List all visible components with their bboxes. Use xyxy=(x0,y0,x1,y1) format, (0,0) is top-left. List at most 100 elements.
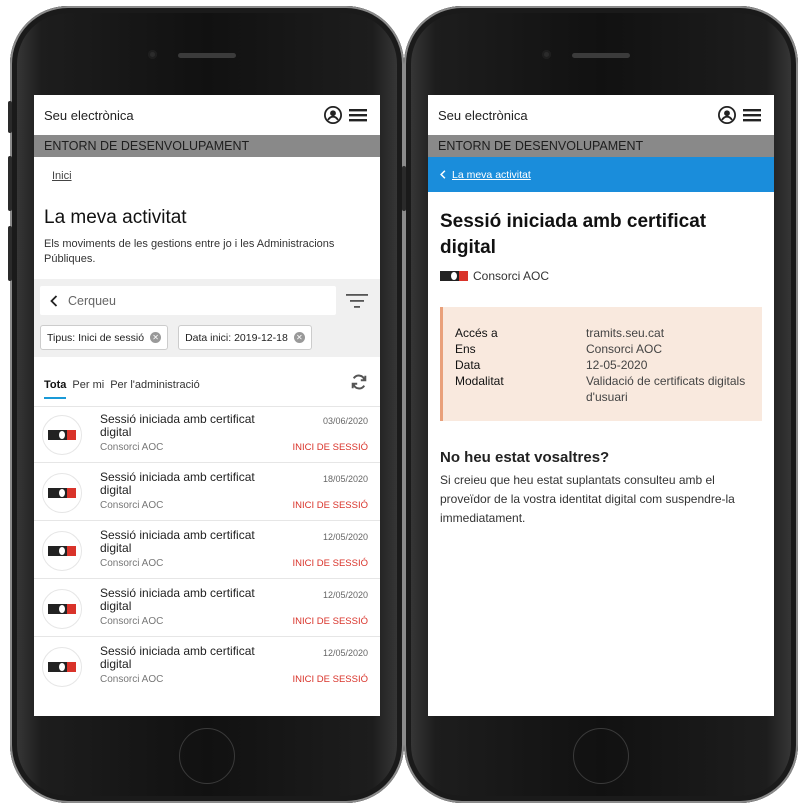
aoc-logo-icon xyxy=(42,473,82,513)
breadcrumb-home-link[interactable]: Inici xyxy=(34,157,380,195)
home-button[interactable] xyxy=(573,728,629,784)
item-date: 18/05/2020 xyxy=(322,474,368,484)
environment-bar: ENTORN DE DESENVOLUPAMENT xyxy=(34,135,380,157)
item-org: Consorci AOC xyxy=(100,442,164,453)
activity-list: Sessió iniciada amb certificat digital 03… xyxy=(34,407,380,695)
item-title: Sessió iniciada amb certificat digital xyxy=(100,470,255,497)
item-date: 03/06/2020 xyxy=(322,416,368,426)
phone-left: Seu electrònica ENTORN DE DESENVOLUPAMEN… xyxy=(8,6,404,803)
info-row-date: Data 12-05-2020 xyxy=(455,357,762,373)
clear-icon[interactable]: ✕ xyxy=(150,332,162,343)
tabs-row: Tota Per mi Per l'administració xyxy=(34,357,380,407)
info-row-entity: Ens Consorci AOC xyxy=(455,341,762,357)
clear-icon[interactable]: ✕ xyxy=(293,332,305,343)
list-item[interactable]: Sessió iniciada amb certificat digital 12… xyxy=(34,529,380,579)
refresh-icon[interactable] xyxy=(350,373,368,391)
item-title: Sessió iniciada amb certificat digital xyxy=(100,644,255,671)
tab-all[interactable]: Tota xyxy=(44,365,67,399)
item-date: 12/05/2020 xyxy=(322,648,368,658)
info-value: Consorci AOC xyxy=(586,342,663,356)
item-status: INICI DE SESSIÓ xyxy=(292,616,369,627)
chevron-left-icon[interactable] xyxy=(50,294,58,307)
list-item-body: Sessió iniciada amb certificat digital 03… xyxy=(100,412,369,454)
page-description: Els moviments de les gestions entre jo i… xyxy=(44,238,335,265)
item-org: Consorci AOC xyxy=(100,558,164,569)
side-button xyxy=(402,166,406,211)
filter-chip-type: Tipus: Inici de sessió ✕ xyxy=(40,325,169,350)
item-status: INICI DE SESSIÓ xyxy=(292,674,369,685)
tabs: Tota Per mi Per l'administració xyxy=(44,365,200,399)
page-title: La meva activitat xyxy=(44,207,187,228)
list-item-body: Sessió iniciada amb certificat digital 12… xyxy=(100,586,369,628)
detail-title: Sessió iniciada amb certificat digital xyxy=(440,211,707,258)
info-value: Validació de certificats digitals d'usua… xyxy=(586,374,746,404)
list-screen: Seu electrònica ENTORN DE DESENVOLUPAMEN… xyxy=(34,95,380,716)
chevron-left-icon xyxy=(440,170,446,179)
item-status: INICI DE SESSIÓ xyxy=(292,558,369,569)
not-you-title: No heu estat vosaltres? xyxy=(440,449,610,466)
detail-org: Consorci AOC xyxy=(428,261,774,291)
info-box: Accés a tramits.seu.cat Ens Consorci AOC… xyxy=(440,307,762,421)
list-item[interactable]: Sessió iniciada amb certificat digital 03… xyxy=(34,413,380,463)
info-row-modality: Modalitat Validació de certificats digit… xyxy=(455,373,762,405)
menu-icon[interactable] xyxy=(348,107,368,123)
side-button xyxy=(8,226,12,281)
phone-right: Seu electrònica ENTORN DE DESENVOLUPAMEN… xyxy=(402,6,798,803)
top-icons xyxy=(324,106,368,124)
aoc-logo-icon xyxy=(42,415,82,455)
search-row xyxy=(40,286,374,315)
item-status: INICI DE SESSIÓ xyxy=(292,500,369,511)
tab-by-me[interactable]: Per mi xyxy=(72,365,104,399)
top-icons xyxy=(718,106,762,124)
item-status: INICI DE SESSIÓ xyxy=(292,442,369,453)
filter-chips: Tipus: Inici de sessió ✕ Data inici: 201… xyxy=(40,325,374,350)
list-item[interactable]: Sessió iniciada amb certificat digital 12… xyxy=(34,645,380,695)
brand-title: Seu electrònica xyxy=(438,107,528,123)
top-bar: Seu electrònica xyxy=(34,95,380,135)
item-title: Sessió iniciada amb certificat digital xyxy=(100,586,255,613)
list-item-body: Sessió iniciada amb certificat digital 12… xyxy=(100,644,369,686)
item-title: Sessió iniciada amb certificat digital xyxy=(100,412,255,439)
menu-icon[interactable] xyxy=(742,107,762,123)
list-item[interactable]: Sessió iniciada amb certificat digital 12… xyxy=(34,587,380,637)
info-key: Modalitat xyxy=(455,374,504,388)
item-date: 12/05/2020 xyxy=(322,590,368,600)
not-you-text: Si creieu que heu estat suplantats consu… xyxy=(440,473,735,525)
info-value: tramits.seu.cat xyxy=(586,326,665,340)
aoc-logo-icon xyxy=(42,647,82,687)
user-icon[interactable] xyxy=(718,106,736,124)
top-bar: Seu electrònica xyxy=(428,95,774,135)
info-row-access: Accés a tramits.seu.cat xyxy=(455,325,762,341)
filter-icon[interactable] xyxy=(340,291,374,311)
item-org: Consorci AOC xyxy=(100,616,164,627)
chip-label: Tipus: Inici de sessió xyxy=(47,331,145,344)
search-area: Tipus: Inici de sessió ✕ Data inici: 201… xyxy=(34,279,380,357)
brand-title: Seu electrònica xyxy=(44,107,134,123)
item-org: Consorci AOC xyxy=(100,674,164,685)
item-date: 12/05/2020 xyxy=(322,532,368,542)
back-link-label: La meva activitat xyxy=(452,168,531,181)
home-button[interactable] xyxy=(179,728,235,784)
list-item[interactable]: Sessió iniciada amb certificat digital 18… xyxy=(34,471,380,521)
environment-bar: ENTORN DE DESENVOLUPAMENT xyxy=(428,135,774,157)
side-button xyxy=(8,156,12,211)
aoc-logo-icon xyxy=(42,589,82,629)
item-title: Sessió iniciada amb certificat digital xyxy=(100,528,255,555)
detail-screen: Seu electrònica ENTORN DE DESENVOLUPAMEN… xyxy=(428,95,774,716)
back-link[interactable]: La meva activitat xyxy=(428,157,774,192)
side-button xyxy=(8,101,12,133)
speaker xyxy=(572,53,630,58)
camera xyxy=(542,50,551,59)
list-item-body: Sessió iniciada amb certificat digital 18… xyxy=(100,470,369,512)
search-box xyxy=(40,286,336,315)
info-key: Ens xyxy=(455,342,476,356)
list-item-body: Sessió iniciada amb certificat digital 12… xyxy=(100,528,369,570)
item-org: Consorci AOC xyxy=(100,500,164,511)
user-icon[interactable] xyxy=(324,106,342,124)
info-key: Data xyxy=(455,358,481,372)
search-input[interactable] xyxy=(68,293,268,308)
detail-org-name: Consorci AOC xyxy=(473,269,550,283)
info-key: Accés a xyxy=(455,326,498,340)
tab-by-administration[interactable]: Per l'administració xyxy=(110,365,200,399)
camera xyxy=(148,50,157,59)
